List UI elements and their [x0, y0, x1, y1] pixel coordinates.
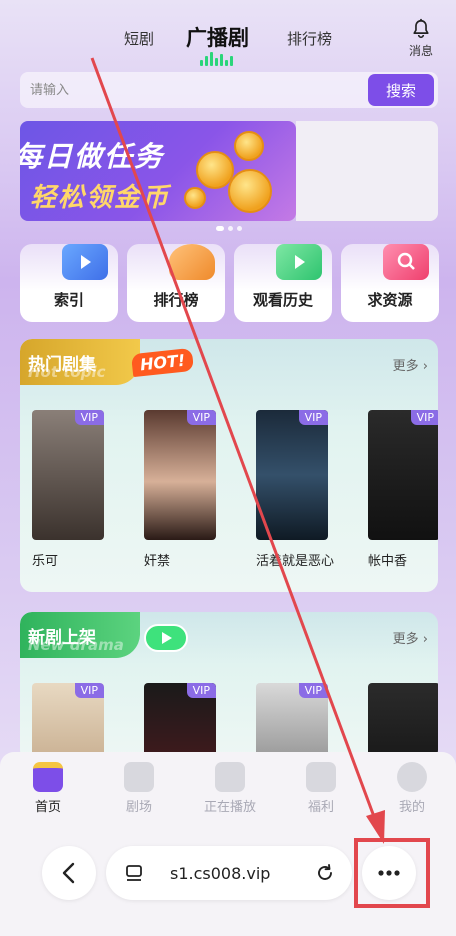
- drama-poster: VIP: [32, 683, 104, 762]
- nav-label: 福利: [307, 800, 334, 815]
- new-section-subtitle: New drama: [28, 636, 124, 654]
- quick-link-label: 索引: [53, 291, 84, 309]
- history-folder-icon: [276, 244, 322, 280]
- banner-next-slide[interactable]: [296, 121, 438, 221]
- drama-poster: VIP: [144, 410, 216, 540]
- top-tab-bar: 短剧 广播剧 排行榜 消息: [0, 14, 456, 66]
- nav-label: 剧场: [125, 800, 152, 815]
- drama-card[interactable]: VIP: [32, 683, 104, 762]
- nav-now-playing[interactable]: 正在播放: [200, 762, 260, 815]
- coin-icon: [234, 131, 264, 161]
- vip-badge: VIP: [410, 410, 438, 425]
- quick-link-ranking[interactable]: 排行榜: [127, 244, 225, 322]
- vip-badge: VIP: [298, 410, 328, 425]
- quick-link-label: 求资源: [367, 291, 413, 309]
- carousel-dots: [216, 226, 242, 231]
- vip-badge: VIP: [298, 683, 328, 698]
- drama-poster: VIP: [32, 410, 104, 540]
- quick-link-index[interactable]: 索引: [20, 244, 118, 322]
- drama-poster: [368, 683, 438, 762]
- drama-poster: VIP: [144, 683, 216, 762]
- nav-mine[interactable]: 我的: [382, 762, 442, 815]
- reader-icon: [126, 865, 142, 881]
- vip-badge: VIP: [186, 683, 216, 698]
- coin-icon: [228, 169, 272, 213]
- banner-line2: 轻松领金币: [30, 183, 171, 213]
- drama-poster: VIP: [368, 410, 438, 540]
- quick-link-label: 排行榜: [153, 291, 199, 309]
- star-gift-icon: [306, 762, 336, 792]
- hot-section: 热门剧集 Hot topic HOT! 更多 › VIP 乐可 VIP 奸禁 V…: [20, 339, 438, 592]
- tab-radio-drama[interactable]: 广播剧: [186, 22, 249, 52]
- new-section: 新剧上架 New drama 更多 › VIP VIP VIP: [20, 612, 438, 762]
- bell-icon: [413, 18, 429, 39]
- drama-poster: VIP: [256, 683, 328, 762]
- video-folder-icon: [62, 244, 108, 280]
- drama-card[interactable]: VIP 奸禁: [144, 410, 216, 569]
- drama-title: 奸禁: [144, 554, 171, 569]
- more-label: 更多: [392, 632, 419, 647]
- sound-wave-icon: [200, 52, 233, 66]
- face-icon: [397, 762, 427, 792]
- nav-label: 正在播放: [203, 800, 256, 815]
- chevron-left-icon: [62, 862, 75, 884]
- drama-card[interactable]: VIP 乐可: [32, 410, 104, 569]
- hot-section-subtitle: Hot topic: [28, 363, 106, 381]
- hot-badge-icon: HOT!: [130, 347, 195, 378]
- nav-welfare[interactable]: 福利: [291, 762, 351, 815]
- address-bar[interactable]: s1.cs008.vip: [106, 846, 352, 900]
- tab-ranking[interactable]: 排行榜: [287, 28, 332, 49]
- vip-badge: VIP: [74, 410, 104, 425]
- drama-card[interactable]: VIP: [144, 683, 216, 762]
- drama-poster: VIP: [256, 410, 328, 540]
- theater-tv-icon: [124, 762, 154, 792]
- camera-icon: [215, 762, 245, 792]
- notification-label: 消息: [408, 44, 433, 58]
- search-input[interactable]: [30, 72, 360, 108]
- notification-button[interactable]: 消息: [404, 18, 438, 59]
- vip-badge: VIP: [74, 683, 104, 698]
- new-more-link[interactable]: 更多 ›: [393, 628, 428, 647]
- trophy-icon: [169, 244, 215, 280]
- annotation-highlight-box: [354, 838, 430, 908]
- quick-link-request[interactable]: 求资源: [341, 244, 439, 322]
- drama-title: 乐可: [32, 554, 59, 569]
- drama-card[interactable]: VIP: [256, 683, 328, 762]
- nav-label: 我的: [398, 800, 425, 815]
- drama-card[interactable]: [368, 683, 438, 762]
- search-button[interactable]: 搜索: [368, 74, 434, 106]
- tab-short-drama[interactable]: 短剧: [124, 28, 154, 49]
- search-folder-icon: [383, 244, 429, 280]
- quick-link-label: 观看历史: [252, 291, 313, 309]
- home-tv-icon: [33, 762, 63, 792]
- drama-card[interactable]: VIP 帐中香: [368, 410, 438, 569]
- coin-icon: [184, 187, 206, 209]
- back-button[interactable]: [42, 846, 96, 900]
- quick-link-history[interactable]: 观看历史: [234, 244, 332, 322]
- search-bar: 搜索: [20, 72, 438, 108]
- nav-label: 首页: [34, 800, 61, 815]
- promo-banner[interactable]: 每日做任务 轻松领金币: [20, 121, 296, 221]
- more-label: 更多: [392, 359, 419, 374]
- play-badge-icon: [144, 624, 188, 652]
- drama-title: 活着就是恶心: [256, 554, 335, 569]
- vip-badge: VIP: [186, 410, 216, 425]
- reload-icon[interactable]: [314, 862, 336, 884]
- drama-title: 帐中香: [368, 554, 408, 569]
- drama-card[interactable]: VIP 活着就是恶心: [256, 410, 335, 569]
- nav-theater[interactable]: 剧场: [109, 762, 169, 815]
- nav-home[interactable]: 首页: [18, 762, 78, 815]
- banner-line1: 每日做任务: [20, 140, 165, 173]
- hot-more-link[interactable]: 更多 ›: [393, 355, 428, 374]
- url-text: s1.cs008.vip: [170, 864, 271, 883]
